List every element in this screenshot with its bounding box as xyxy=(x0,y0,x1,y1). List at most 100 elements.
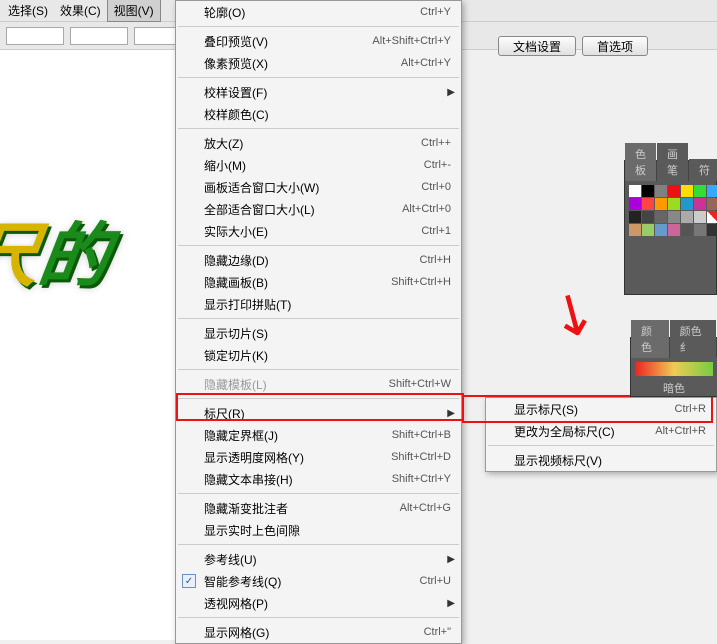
menu-item[interactable]: 实际大小(E)Ctrl+1 xyxy=(176,220,461,242)
swatch[interactable] xyxy=(642,211,654,223)
menu-item[interactable]: 显示打印拼贴(T) xyxy=(176,293,461,315)
menu-item[interactable]: ✓智能参考线(Q)Ctrl+U xyxy=(176,570,461,592)
rulers-submenu: 显示标尺(S)Ctrl+R更改为全局标尺(C)Alt+Ctrl+R 显示视频标尺(… xyxy=(485,397,717,472)
menu-item[interactable]: 全部适合窗口大小(L)Alt+Ctrl+0 xyxy=(176,198,461,220)
menu-item[interactable]: 轮廓(O)Ctrl+Y xyxy=(176,1,461,23)
swatch[interactable] xyxy=(707,224,717,236)
menu-item[interactable]: 隐藏模板(L)Shift+Ctrl+W xyxy=(176,373,461,395)
swatch[interactable] xyxy=(681,185,693,197)
swatch[interactable] xyxy=(668,185,680,197)
menu-item[interactable]: 显示视频标尺(V) xyxy=(486,449,716,471)
check-icon: ✓ xyxy=(182,574,196,588)
tab-symbols[interactable]: 符 xyxy=(689,159,717,181)
menu-item[interactable]: 校样颜色(C) xyxy=(176,103,461,125)
menu-view[interactable]: 视图(V) xyxy=(107,0,161,22)
menu-item[interactable]: 参考线(U)▶ xyxy=(176,548,461,570)
view-dropdown: 轮廓(O)Ctrl+Y 叠印预览(V)Alt+Shift+Ctrl+Y像素预览(X… xyxy=(175,0,462,644)
color-gradient[interactable] xyxy=(635,362,713,376)
submenu-arrow-icon: ▶ xyxy=(447,554,455,565)
menu-item[interactable]: 叠印预览(V)Alt+Shift+Ctrl+Y xyxy=(176,30,461,52)
menu-item-shortcut: Ctrl+R xyxy=(675,403,706,415)
doc-settings-button[interactable]: 文档设置 xyxy=(498,36,576,56)
swatch[interactable] xyxy=(668,198,680,210)
swatch[interactable] xyxy=(629,198,641,210)
menu-item-label: 实际大小(E) xyxy=(204,223,421,240)
swatch[interactable] xyxy=(642,224,654,236)
swatch[interactable] xyxy=(655,185,667,197)
swatch[interactable] xyxy=(629,211,641,223)
swatch[interactable] xyxy=(629,224,641,236)
menu-item-shortcut: Ctrl+- xyxy=(424,159,451,171)
menu-item[interactable]: 透视网格(P)▶ xyxy=(176,592,461,614)
swatch[interactable] xyxy=(681,198,693,210)
canvas-3d-text: 尺的 xyxy=(0,200,117,301)
swatch[interactable] xyxy=(694,224,706,236)
tab-color[interactable]: 颜色 xyxy=(631,320,669,358)
menu-item-label: 轮廓(O) xyxy=(204,4,420,21)
menu-item-label: 显示透明度网格(Y) xyxy=(204,449,391,466)
menu-item-shortcut: Ctrl+0 xyxy=(421,181,451,193)
menu-item[interactable]: 显示切片(S) xyxy=(176,322,461,344)
menu-item-label: 校样设置(F) xyxy=(204,84,451,101)
swatch[interactable] xyxy=(668,224,680,236)
menu-item[interactable]: 隐藏定界框(J)Shift+Ctrl+B xyxy=(176,424,461,446)
canvas: 尺的 xyxy=(0,50,180,640)
swatch[interactable] xyxy=(681,224,693,236)
menu-item[interactable]: 隐藏画板(B)Shift+Ctrl+H xyxy=(176,271,461,293)
menu-item-label: 叠印预览(V) xyxy=(204,33,372,50)
toolbar-input-2[interactable] xyxy=(70,27,128,45)
menu-item-label: 隐藏定界框(J) xyxy=(204,427,392,444)
submenu-arrow-icon: ▶ xyxy=(447,408,455,419)
menu-item-label: 画板适合窗口大小(W) xyxy=(204,179,421,196)
swatch[interactable] xyxy=(694,211,706,223)
menu-item[interactable]: 隐藏渐变批注者Alt+Ctrl+G xyxy=(176,497,461,519)
menu-item-shortcut: Shift+Ctrl+D xyxy=(391,451,451,463)
menu-item[interactable]: 画板适合窗口大小(W)Ctrl+0 xyxy=(176,176,461,198)
menu-item[interactable]: 放大(Z)Ctrl++ xyxy=(176,132,461,154)
preferences-button[interactable]: 首选项 xyxy=(582,36,648,56)
swatch[interactable] xyxy=(694,198,706,210)
menu-item-shortcut: Alt+Ctrl+Y xyxy=(401,57,451,69)
swatch[interactable] xyxy=(629,185,641,197)
swatch[interactable] xyxy=(707,185,717,197)
tab-color-guide[interactable]: 颜色纟 xyxy=(670,320,716,358)
menu-item[interactable]: 缩小(M)Ctrl+- xyxy=(176,154,461,176)
color-panel[interactable]: 颜色 颜色纟 暗色 xyxy=(630,337,717,397)
menu-item[interactable]: 显示标尺(S)Ctrl+R xyxy=(486,398,716,420)
swatches-panel[interactable]: 色板 画笔 符 xyxy=(624,160,717,295)
toolbar-input-1[interactable] xyxy=(6,27,64,45)
submenu-arrow-icon: ▶ xyxy=(447,87,455,98)
menu-item[interactable]: 显示网格(G)Ctrl+" xyxy=(176,621,461,643)
swatch-grid[interactable] xyxy=(625,181,716,240)
swatch[interactable] xyxy=(655,211,667,223)
menu-select[interactable]: 选择(S) xyxy=(2,0,54,21)
color-label: 暗色 xyxy=(631,380,717,396)
menu-effect[interactable]: 效果(C) xyxy=(54,0,107,21)
menu-item-shortcut: Shift+Ctrl+H xyxy=(391,276,451,288)
menu-item-label: 锁定切片(K) xyxy=(204,347,451,364)
swatch[interactable] xyxy=(694,185,706,197)
menu-item[interactable]: 更改为全局标尺(C)Alt+Ctrl+R xyxy=(486,420,716,442)
menu-item[interactable]: 隐藏文本串接(H)Shift+Ctrl+Y xyxy=(176,468,461,490)
menu-item[interactable]: 锁定切片(K) xyxy=(176,344,461,366)
tab-swatches[interactable]: 色板 xyxy=(625,143,656,181)
menu-item[interactable]: 显示实时上色间隙 xyxy=(176,519,461,541)
swatch[interactable] xyxy=(655,198,667,210)
menu-item-shortcut: Ctrl+1 xyxy=(421,225,451,237)
menu-item[interactable]: 校样设置(F)▶ xyxy=(176,81,461,103)
swatch[interactable] xyxy=(642,185,654,197)
swatch[interactable] xyxy=(642,198,654,210)
swatch[interactable] xyxy=(681,211,693,223)
menu-item[interactable]: 隐藏边缘(D)Ctrl+H xyxy=(176,249,461,271)
tab-brushes[interactable]: 画笔 xyxy=(657,143,688,181)
swatch[interactable] xyxy=(655,224,667,236)
menu-item[interactable]: 显示透明度网格(Y)Shift+Ctrl+D xyxy=(176,446,461,468)
menu-item-label: 隐藏边缘(D) xyxy=(204,252,420,269)
menu-item[interactable]: 像素预览(X)Alt+Ctrl+Y xyxy=(176,52,461,74)
swatch[interactable] xyxy=(707,211,717,223)
menu-item-label: 智能参考线(Q) xyxy=(204,573,420,590)
menu-item[interactable]: 标尺(R)▶ xyxy=(176,402,461,424)
swatch[interactable] xyxy=(668,211,680,223)
menu-item-shortcut: Ctrl+H xyxy=(420,254,451,266)
swatch[interactable] xyxy=(707,198,717,210)
